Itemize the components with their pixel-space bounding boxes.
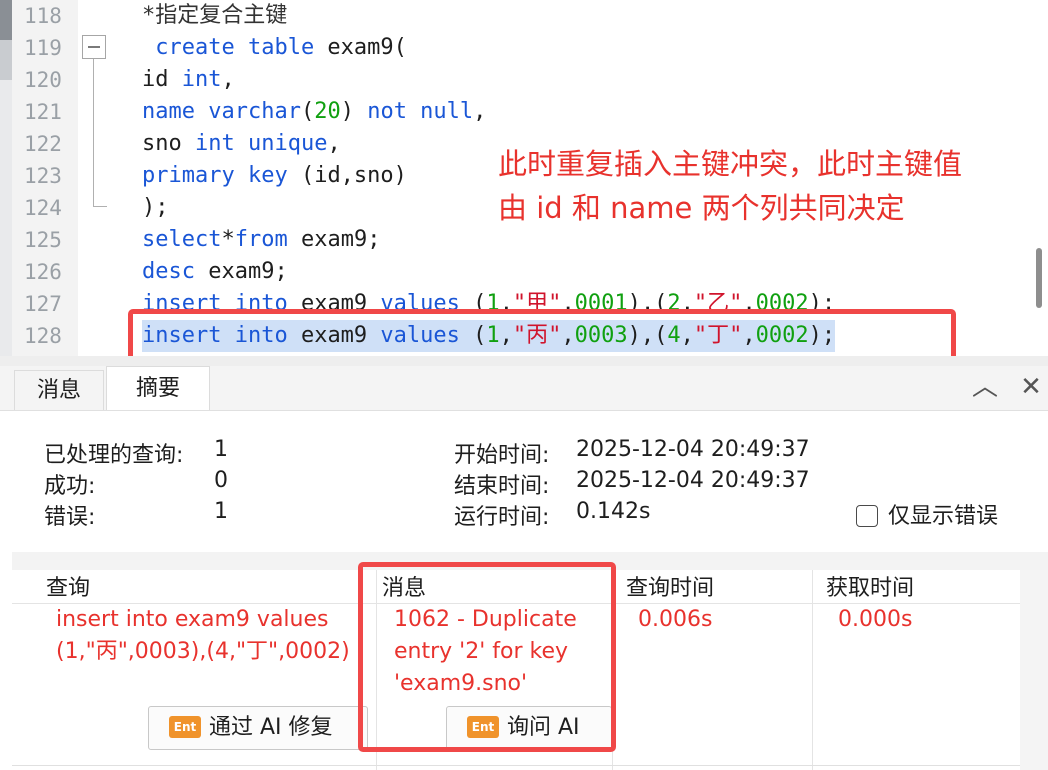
line-number: 124 (24, 196, 62, 220)
code-token: sno (142, 131, 195, 156)
code-token: int (181, 67, 222, 92)
cell-query[interactable]: insert into exam9 values (1,"丙",0003),(4… (56, 604, 350, 668)
panel-divider[interactable] (0, 356, 1048, 366)
code-token: create table (142, 35, 315, 60)
line-number: 120 (24, 68, 62, 92)
annotation-line-2: 由 id 和 name 两个列共同决定 (498, 191, 905, 225)
code-token: desc (142, 259, 195, 284)
highlight-box-query (128, 309, 956, 356)
code-line[interactable]: 126 desc exam9; (0, 256, 1030, 288)
processed-value: 1 (214, 437, 228, 462)
checkbox-box[interactable] (856, 505, 878, 527)
code-token: , (327, 131, 341, 156)
run-time-value: 0.142s (576, 499, 651, 524)
code-line[interactable]: 121 name varchar(20) not null, (0, 96, 1030, 128)
code-text[interactable]: *指定复合主键 (142, 0, 287, 32)
tab-summary[interactable]: 摘要 (106, 366, 210, 410)
code-text[interactable]: ); (142, 192, 169, 224)
fold-guide-end (93, 206, 107, 207)
line-number: 125 (24, 228, 62, 252)
code-token: , (473, 99, 487, 124)
cell-query-time[interactable]: 0.006s (638, 604, 712, 636)
line-number: 122 (24, 132, 62, 156)
header-query[interactable]: 查询 (12, 570, 376, 604)
code-token: (id,sno) (287, 163, 407, 188)
code-line[interactable]: 118 *指定复合主键 (0, 0, 1030, 32)
code-token: ( (300, 99, 315, 124)
code-text[interactable]: create table exam9( (142, 32, 407, 64)
line-number: 118 (24, 4, 62, 28)
collapse-icon[interactable]: ︿ (970, 372, 1000, 402)
code-text[interactable]: name varchar(20) not null, (142, 96, 486, 128)
fold-toggle-icon[interactable] (82, 35, 106, 59)
query-text-line-1: insert into exam9 values (56, 607, 329, 632)
code-text[interactable]: primary key (id,sno) (142, 160, 407, 192)
start-time-value: 2025-12-04 20:49:37 (576, 437, 810, 462)
result-tabs: 消息 摘要 (0, 366, 1048, 411)
fix-with-ai-label: 通过 AI 修复 (209, 715, 333, 740)
code-token: primary key (142, 163, 288, 188)
code-token: ); (142, 195, 169, 220)
code-text[interactable]: sno int unique, (142, 128, 341, 160)
ent-icon: Ent (169, 716, 201, 738)
end-time-value: 2025-12-04 20:49:37 (576, 468, 810, 493)
cell-fetch-time[interactable]: 0.000s (838, 604, 912, 636)
tab-messages[interactable]: 消息 (14, 370, 104, 410)
processed-label: 已处理的查询: (44, 443, 184, 468)
annotation-note: 此时重复插入主键冲突，此时主键值 由 id 和 name 两个列共同决定 (498, 142, 1038, 230)
code-token: exam9; (194, 259, 288, 284)
code-token: int unique (194, 131, 328, 156)
code-token: *指定复合主键 (142, 3, 288, 28)
fold-guide (93, 59, 94, 207)
end-time-label: 结束时间: (454, 474, 550, 499)
grid-right-strip (1020, 570, 1048, 770)
code-token: from (234, 227, 288, 252)
code-token: varchar (208, 99, 301, 124)
code-token: ) (340, 99, 368, 124)
code-line[interactable]: 120 id int, (0, 64, 1030, 96)
line-number: 126 (24, 260, 62, 284)
highlight-box-message (358, 562, 616, 752)
errors-label: 错误: (44, 505, 96, 530)
line-number: 121 (24, 100, 62, 124)
errors-value: 1 (214, 499, 228, 524)
column-divider (812, 570, 813, 770)
success-label: 成功: (44, 474, 96, 499)
sql-editor[interactable]: 118 *指定复合主键 119 create table exam9( 120 id i… (0, 0, 1048, 356)
code-token: , (221, 67, 235, 92)
code-text[interactable]: select*from exam9; (142, 224, 380, 256)
header-query-time[interactable]: 查询时间 (612, 570, 812, 604)
code-token: name (142, 99, 209, 124)
start-time-label: 开始时间: (454, 443, 550, 468)
vertical-scrollbar[interactable] (1036, 248, 1042, 308)
code-token: exam9( (314, 35, 407, 60)
code-token: * (221, 227, 235, 252)
code-token: select (142, 227, 222, 252)
line-number: 123 (24, 164, 62, 188)
code-token: 20 (314, 99, 341, 124)
code-token: id (142, 67, 182, 92)
line-number: 127 (24, 292, 62, 316)
close-icon[interactable]: ✕ (1016, 372, 1046, 402)
code-text[interactable]: id int, (142, 64, 235, 96)
success-value: 0 (214, 468, 228, 493)
line-number: 128 (24, 324, 62, 348)
fix-with-ai-button[interactable]: Ent 通过 AI 修复 (148, 706, 368, 750)
summary-panel: 已处理的查询: 1 成功: 0 错误: 1 开始时间: 2025-12-04 2… (12, 411, 1048, 569)
errors-only-label: 仅显示错误 (888, 504, 999, 529)
line-number: 119 (24, 36, 62, 60)
grid-bottom-line (12, 765, 1020, 766)
code-token: not null (367, 99, 474, 124)
annotation-line-1: 此时重复插入主键冲突，此时主键值 (498, 147, 963, 181)
code-line[interactable]: 119 create table exam9( (0, 32, 1030, 64)
header-fetch-time[interactable]: 获取时间 (812, 570, 1020, 604)
query-text-line-2: (1,"丙",0003),(4,"丁",0002) (56, 639, 350, 664)
run-time-label: 运行时间: (454, 505, 550, 530)
code-text[interactable]: desc exam9; (142, 256, 288, 288)
code-token: exam9; (287, 227, 381, 252)
